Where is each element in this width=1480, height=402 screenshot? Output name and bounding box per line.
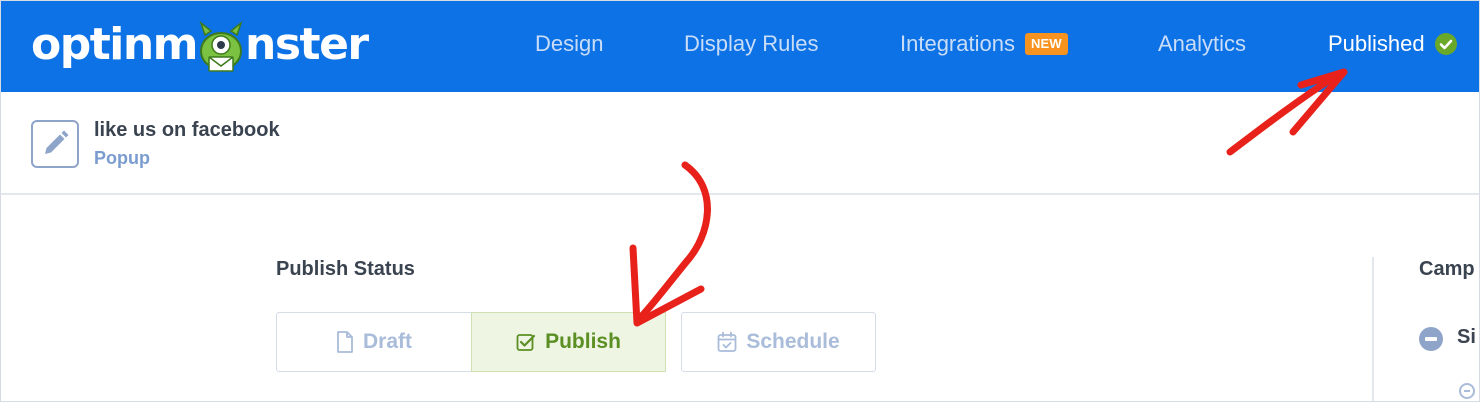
- optinmonster-logo[interactable]: optinm nster: [31, 15, 369, 75]
- nav-tab-display-rules[interactable]: Display Rules: [684, 1, 819, 87]
- nav-tab-analytics-label: Analytics: [1158, 31, 1247, 56]
- app-window: optinm nster Design Display Rules Integr…: [0, 0, 1480, 402]
- campaign-name[interactable]: like us on facebook: [94, 119, 280, 142]
- document-icon: [337, 331, 353, 353]
- draft-button[interactable]: Draft: [276, 312, 472, 372]
- nav-tab-integrations-label: Integrations: [900, 31, 1015, 56]
- calendar-check-icon: [717, 331, 737, 352]
- monster-mascot-icon: [199, 20, 243, 72]
- campaign-type: Popup: [94, 148, 150, 168]
- check-circle-icon: [1434, 33, 1457, 55]
- nav-tab-design-label: Design: [535, 31, 604, 56]
- campaign-info-bar: like us on facebook Popup: [1, 92, 1479, 195]
- nav-tab-design[interactable]: Design: [535, 1, 603, 87]
- schedule-button-label: Schedule: [746, 330, 840, 353]
- logo-text-prefix: optinm: [31, 19, 199, 70]
- edit-campaign-button[interactable]: [31, 120, 79, 168]
- campaign-settings-heading: Camp: [1419, 258, 1475, 280]
- nav-tab-integrations[interactable]: Integrations NEW: [900, 1, 1068, 87]
- logo-text-suffix: nster: [245, 19, 369, 70]
- collapse-icon[interactable]: [1419, 327, 1443, 351]
- top-navigation-bar: optinm nster Design Display Rules Integr…: [1, 1, 1479, 92]
- column-divider: [1372, 257, 1374, 401]
- remove-icon[interactable]: [1459, 383, 1475, 399]
- nav-tab-published-label: Published: [1328, 31, 1425, 56]
- publish-button[interactable]: Publish: [471, 312, 666, 372]
- schedule-button[interactable]: Schedule: [681, 312, 876, 372]
- check-square-icon: [516, 334, 536, 351]
- nav-tab-display-rules-label: Display Rules: [684, 31, 819, 56]
- nav-tab-published[interactable]: Published: [1328, 1, 1457, 87]
- draft-button-label: Draft: [362, 330, 412, 353]
- publish-button-label: Publish: [545, 330, 621, 353]
- sidebar-setting-label: Si: [1457, 326, 1476, 348]
- nav-tab-analytics[interactable]: Analytics: [1158, 1, 1246, 87]
- pencil-icon: [45, 130, 69, 154]
- publish-status-heading: Publish Status: [276, 258, 415, 280]
- new-badge: NEW: [1024, 33, 1068, 55]
